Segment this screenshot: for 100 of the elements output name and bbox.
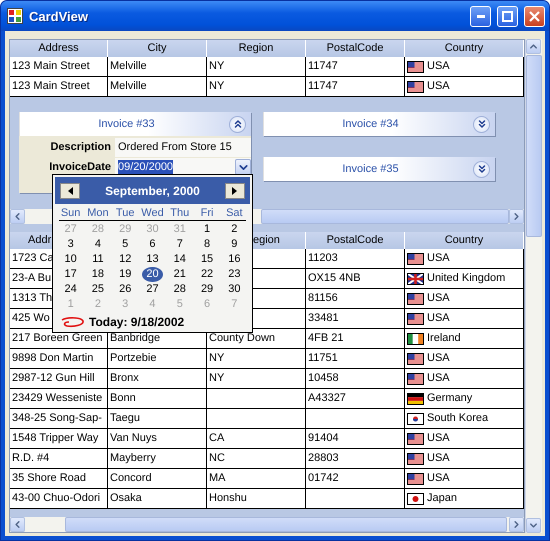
table-cell: Ireland xyxy=(405,329,524,349)
table-cell: 348-25 Song-Sap- xyxy=(10,409,108,429)
column-header[interactable]: Region xyxy=(207,40,306,57)
calendar-day[interactable]: 12 xyxy=(115,252,136,267)
table-cell: A43327 xyxy=(306,389,405,409)
previous-month-button[interactable] xyxy=(60,182,80,198)
scroll-left-button[interactable] xyxy=(10,517,25,532)
table-cell: CA xyxy=(207,429,306,449)
minimize-button[interactable] xyxy=(470,6,491,26)
card-title: Invoice #34 xyxy=(341,118,400,130)
calendar-day[interactable]: 15 xyxy=(196,252,218,267)
table-cell: 43-00 Chuo-Odori xyxy=(10,489,108,509)
close-button[interactable] xyxy=(524,6,545,26)
table-cell: 35 Shore Road xyxy=(10,469,108,489)
calendar-day[interactable]: 19 xyxy=(115,267,136,282)
weekday-label: Sun xyxy=(60,206,82,220)
calendar-day[interactable]: 10 xyxy=(60,252,81,267)
calendar-day[interactable]: 23 xyxy=(224,267,244,282)
vertical-scrollbar[interactable] xyxy=(525,39,542,533)
column-header[interactable]: PostalCode xyxy=(306,40,405,57)
table-cell: USA xyxy=(405,249,524,269)
column-header[interactable]: Address xyxy=(10,40,108,57)
calendar-day[interactable]: 29 xyxy=(196,282,218,297)
table-cell: MA xyxy=(207,469,306,489)
table-cell: NY xyxy=(207,57,306,77)
table-cell: 123 Main Street xyxy=(10,77,108,97)
table-cell: Honshu xyxy=(207,489,306,509)
table-cell: Bronx xyxy=(108,369,207,389)
scroll-left-button[interactable] xyxy=(10,209,25,224)
calendar-day[interactable]: 4 xyxy=(90,237,105,252)
triangle-left-icon xyxy=(68,186,72,194)
table-cell: R.D. #4 xyxy=(10,449,108,469)
calendar-day[interactable]: 27 xyxy=(142,282,163,297)
calendar-day[interactable]: 5 xyxy=(118,237,132,252)
calendar-day[interactable]: 20 xyxy=(142,267,163,282)
table-cell: USA xyxy=(405,449,524,469)
table-cell: NY xyxy=(207,77,306,97)
scroll-up-button[interactable] xyxy=(526,39,541,54)
scroll-right-button[interactable] xyxy=(509,517,524,532)
table-cell: USA xyxy=(405,77,524,97)
weekday-label: Mon xyxy=(86,206,110,220)
maximize-button[interactable] xyxy=(497,6,518,26)
scrollbar-thumb[interactable] xyxy=(260,209,510,224)
calendar-day[interactable]: 26 xyxy=(115,282,136,297)
calendar-day[interactable]: 14 xyxy=(170,252,190,267)
weekday-label: Tue xyxy=(114,206,136,220)
calendar-day[interactable]: 13 xyxy=(142,252,163,267)
scroll-right-button[interactable] xyxy=(509,209,524,224)
expand-toggle[interactable] xyxy=(229,116,246,132)
expand-toggle[interactable] xyxy=(473,116,490,132)
calendar-day[interactable]: 7 xyxy=(172,237,187,252)
circle-scribble-icon xyxy=(59,316,85,328)
card-title: Invoice #35 xyxy=(341,163,400,175)
table-cell: USA xyxy=(405,469,524,489)
dropdown-button[interactable] xyxy=(235,159,251,175)
calendar-day[interactable]: 3 xyxy=(64,237,78,252)
table-cell: USA xyxy=(405,349,524,369)
card-title: Invoice #33 xyxy=(97,118,156,130)
table-cell: County Down xyxy=(207,329,306,349)
scroll-down-button[interactable] xyxy=(526,518,541,533)
calendar-day[interactable]: 28 xyxy=(170,282,190,297)
calendar-day[interactable]: 11 xyxy=(88,252,108,267)
calendar-day[interactable]: 18 xyxy=(88,267,108,282)
calendar-day[interactable]: 16 xyxy=(224,252,244,267)
table-cell: 01742 xyxy=(306,469,405,489)
month-title: September, 2000 xyxy=(105,184,200,198)
calendar-day[interactable]: 6 xyxy=(145,237,160,252)
window-title: CardView xyxy=(29,8,90,24)
table-cell: 1548 Tripper Way xyxy=(10,429,108,449)
expand-toggle[interactable] xyxy=(473,160,490,178)
calendar-day[interactable]: 9 xyxy=(227,237,242,252)
column-header[interactable]: Country xyxy=(405,232,524,249)
table-cell: USA xyxy=(405,309,524,329)
table-cell: 2987-12 Gun Hill xyxy=(10,369,108,389)
table-cell: 28803 xyxy=(306,449,405,469)
table-cell: Portzebie xyxy=(108,349,207,369)
field-value: Ordered From Store 15 xyxy=(115,138,251,156)
column-header[interactable]: PostalCode xyxy=(306,232,405,249)
table-cell: Concord xyxy=(108,469,207,489)
calendar-day[interactable]: 17 xyxy=(60,267,81,282)
column-header[interactable]: Country xyxy=(405,40,524,57)
next-month-button[interactable] xyxy=(224,182,245,198)
scrollbar-thumb[interactable] xyxy=(526,55,542,237)
table-cell: 11751 xyxy=(306,349,405,369)
table-cell: Taegu xyxy=(108,409,207,429)
table-cell: 11203 xyxy=(306,249,405,269)
weekday-label: Fri xyxy=(200,206,214,220)
minimize-icon xyxy=(476,14,484,18)
calendar-day[interactable]: 21 xyxy=(170,267,190,282)
table-cell: Osaka xyxy=(108,489,207,509)
field-label: Description xyxy=(49,141,112,153)
table-cell: Van Nuys xyxy=(108,429,207,449)
table-cell: Bonn xyxy=(108,389,207,409)
table-cell: Melville xyxy=(108,77,207,97)
table-cell: Japan xyxy=(405,489,524,509)
table-cell: 11747 xyxy=(306,57,405,77)
maximize-icon xyxy=(502,10,513,22)
calendar-day[interactable]: 22 xyxy=(196,267,218,282)
column-header[interactable]: City xyxy=(108,40,207,57)
calendar-day[interactable]: 30 xyxy=(224,282,244,297)
